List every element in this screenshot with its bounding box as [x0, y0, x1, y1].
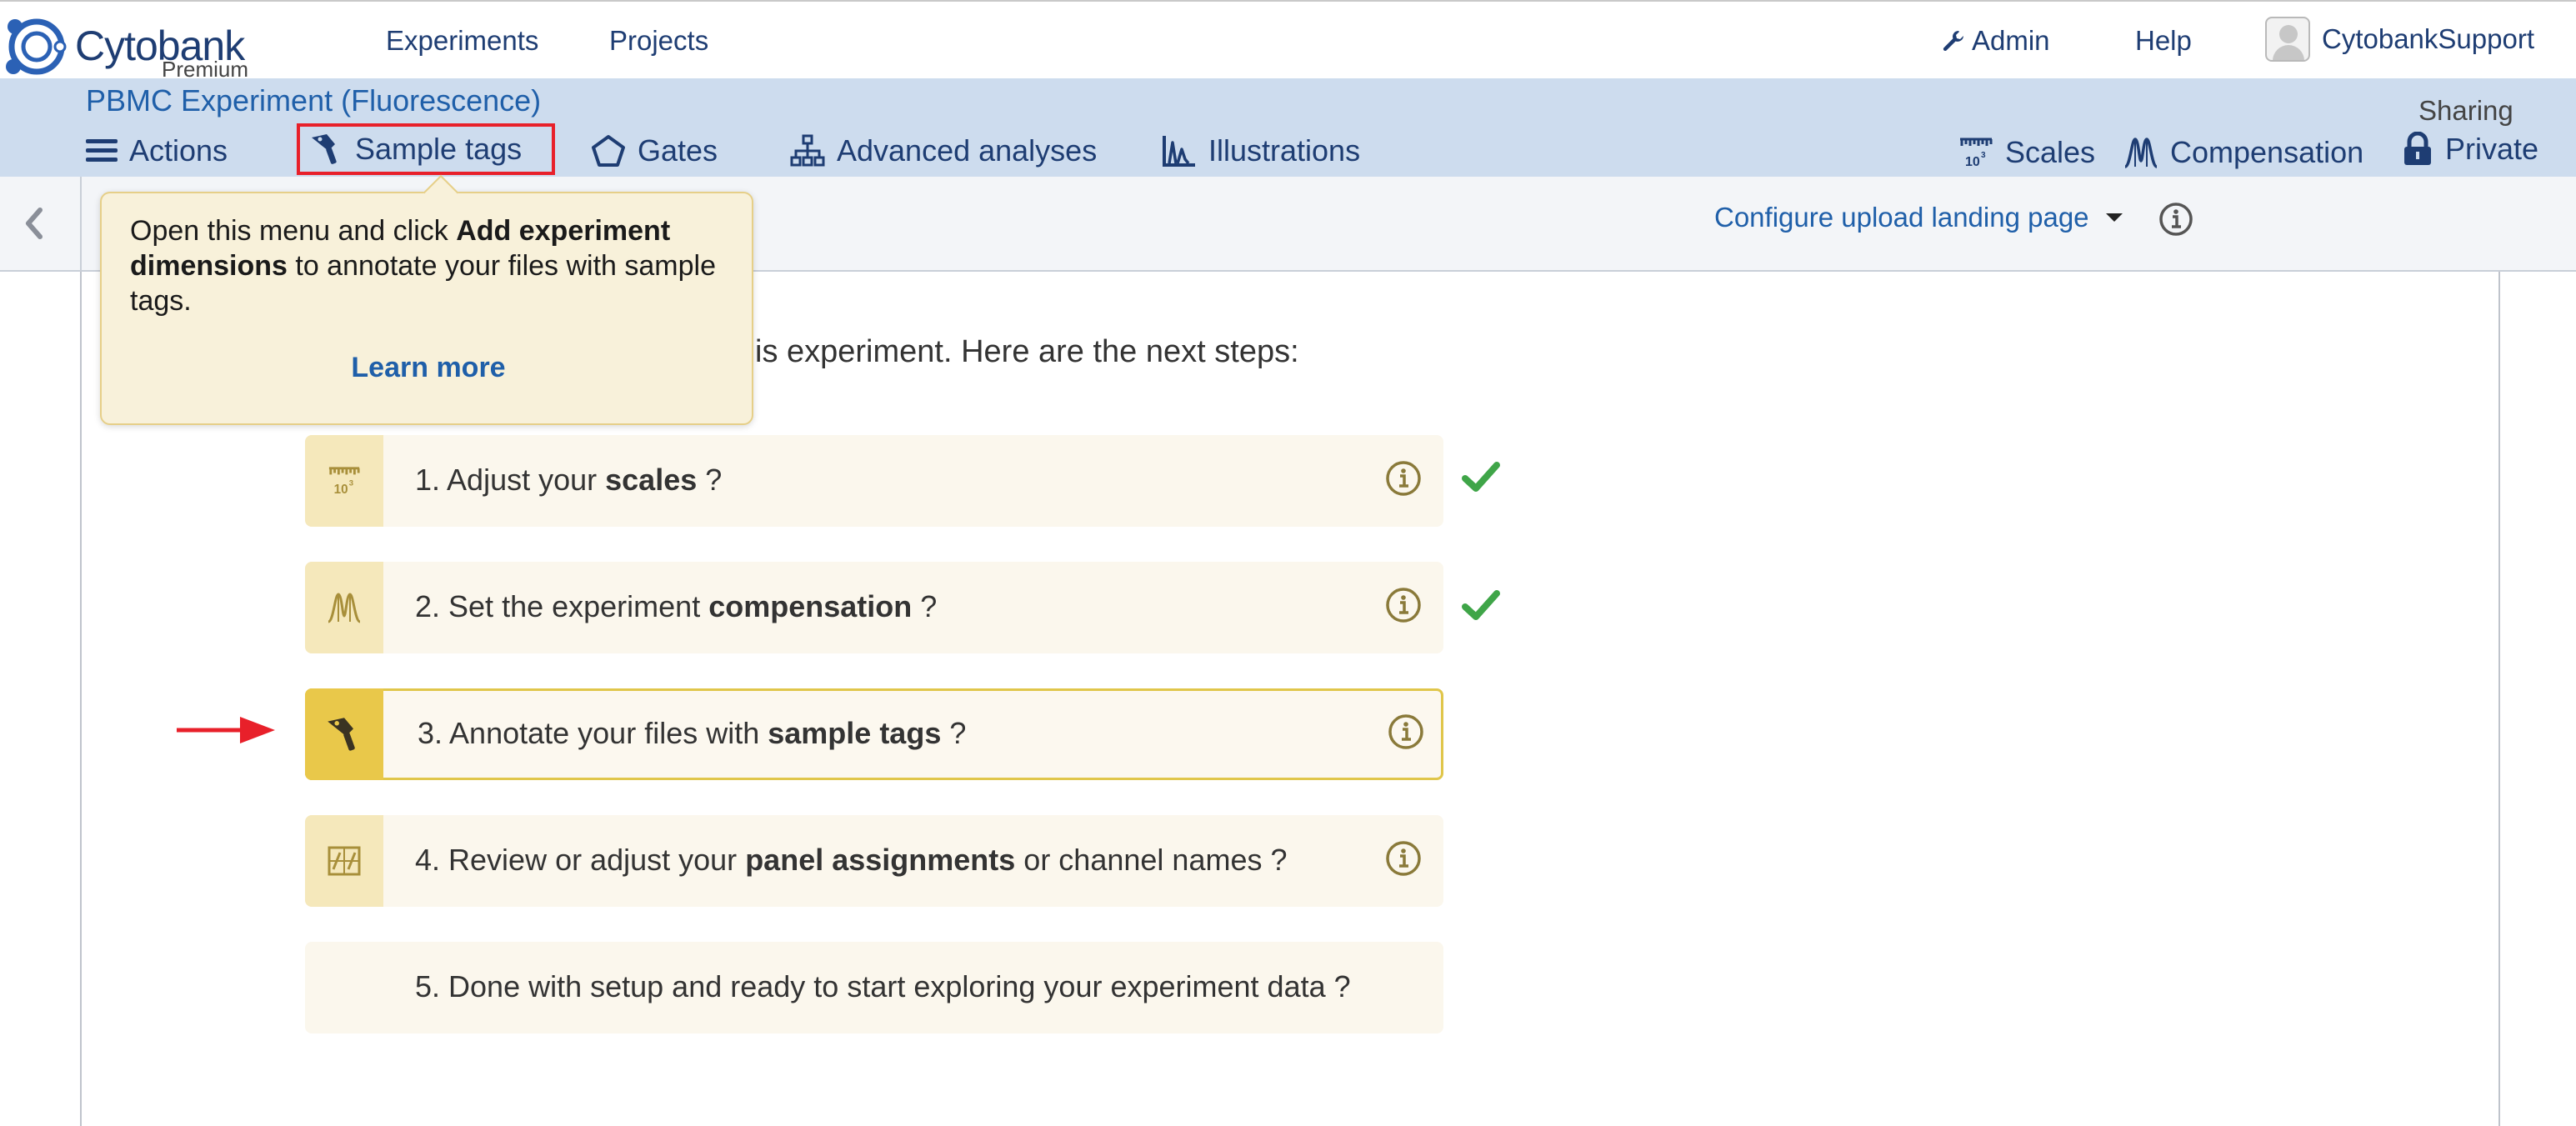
panel-icon	[328, 846, 361, 876]
sample-tags-menu[interactable]: Sample tags	[297, 123, 555, 175]
next-steps-intro: is experiment. Here are the next steps:	[755, 334, 1299, 369]
check-icon	[1462, 462, 1500, 492]
svg-text:3: 3	[1981, 151, 1986, 160]
pentagon-gate-icon	[592, 135, 625, 167]
step-info-button[interactable]	[1385, 840, 1422, 881]
step-info-button[interactable]	[1385, 460, 1422, 501]
step-icon-box: 10 3	[305, 435, 383, 527]
step-review-panel-assignments[interactable]: 4. Review or adjust your panel assignmen…	[305, 815, 1443, 907]
scales-icon: 10 3	[328, 467, 360, 497]
sample-tag-icon	[328, 718, 355, 751]
info-icon	[1386, 461, 1421, 496]
illustrations-label: Illustrations	[1208, 133, 1361, 168]
step-adjust-scales[interactable]: 10 3 1. Adjust your scales ?	[305, 435, 1443, 527]
user-menu[interactable]: CytobankSupport	[2265, 17, 2534, 62]
sharing-label: Sharing	[2418, 95, 2513, 126]
advanced-analyses-label: Advanced analyses	[837, 133, 1098, 168]
scales-label: Scales	[2005, 135, 2096, 169]
caret-down-icon	[2105, 213, 2123, 222]
nav-help[interactable]: Help	[2135, 25, 2192, 57]
compensation-icon	[2124, 138, 2158, 168]
lock-icon	[2404, 132, 2431, 165]
configure-upload-landing-dropdown[interactable]: Configure upload landing page	[1714, 202, 2123, 233]
tooltip-text: Open this menu and click Add experiment …	[130, 215, 716, 317]
step-label: 4. Review or adjust your panel assignmen…	[415, 843, 1288, 877]
nav-admin[interactable]: Admin	[1942, 25, 2050, 57]
user-name: CytobankSupport	[2322, 23, 2534, 54]
scales-icon: 10 3	[1960, 138, 1993, 169]
learn-more-link[interactable]: Learn more	[102, 352, 755, 384]
sharing-value: Private	[2445, 132, 2539, 166]
nav-admin-label: Admin	[1972, 25, 2050, 56]
step-info-button[interactable]	[1385, 587, 1422, 628]
step-icon-box	[305, 688, 383, 780]
step-done-explore[interactable]: 5. Done with setup and ready to start ex…	[305, 942, 1443, 1033]
sharing-privacy-toggle[interactable]: Private	[2402, 128, 2538, 170]
cytobank-logo-icon	[6, 18, 67, 75]
chevron-left-icon	[26, 208, 43, 239]
info-icon	[1386, 841, 1421, 876]
divider	[80, 177, 82, 272]
red-arrow-icon	[177, 717, 275, 743]
configure-info-button[interactable]	[2158, 202, 2193, 241]
nav-projects[interactable]: Projects	[609, 25, 708, 57]
actions-label: Actions	[129, 133, 228, 168]
step-annotate-sample-tags[interactable]: 3. Annotate your files with sample tags …	[305, 688, 1443, 780]
collapse-panel-button[interactable]	[23, 207, 45, 249]
svg-text:3: 3	[349, 479, 353, 488]
compensation-icon	[328, 593, 361, 623]
gates-label: Gates	[638, 133, 718, 168]
avatar	[2265, 17, 2310, 62]
svg-text:10: 10	[1965, 155, 1980, 169]
illustrations-menu[interactable]: Illustrations	[1162, 130, 1360, 172]
step-icon-box	[305, 562, 383, 653]
step-label: 2. Set the experiment compensation ?	[415, 589, 938, 623]
info-icon	[1386, 588, 1421, 623]
actions-menu[interactable]: Actions	[86, 130, 228, 172]
compensation-menu[interactable]: Compensation	[2123, 132, 2363, 173]
info-icon	[2159, 203, 2193, 236]
svg-text:10: 10	[334, 483, 348, 497]
step-label: 1. Adjust your scales ?	[415, 463, 723, 497]
scales-menu[interactable]: 10 3 Scales	[1958, 132, 2095, 173]
histogram-icon	[1163, 136, 1195, 167]
step-label: 3. Annotate your files with sample tags …	[418, 716, 967, 750]
sample-tags-tooltip: Open this menu and click Add experiment …	[100, 174, 755, 425]
sample-tags-label: Sample tags	[355, 132, 523, 166]
wrench-icon	[1943, 31, 1963, 52]
sample-tag-icon	[312, 134, 337, 164]
step-label: 5. Done with setup and ready to start ex…	[415, 969, 1351, 1003]
hierarchy-icon	[790, 134, 825, 167]
gates-menu[interactable]: Gates	[591, 130, 718, 172]
cytobank-logo[interactable]: Cytobank Premium	[2, 10, 252, 82]
hamburger-icon	[86, 139, 118, 162]
compensation-label: Compensation	[2170, 135, 2364, 169]
step-info-button[interactable]	[1388, 713, 1424, 754]
check-icon	[1462, 590, 1500, 620]
experiment-title[interactable]: PBMC Experiment (Fluorescence)	[86, 83, 541, 118]
step-icon-box	[305, 815, 383, 907]
info-icon	[1388, 714, 1423, 749]
top-navigation: Cytobank Premium Experiments Projects Ad…	[0, 0, 2576, 82]
step-set-compensation[interactable]: 2. Set the experiment compensation ?	[305, 562, 1443, 653]
nav-experiments[interactable]: Experiments	[386, 25, 538, 57]
experiment-toolbar: PBMC Experiment (Fluorescence) Actions S…	[0, 78, 2576, 177]
advanced-analyses-menu[interactable]: Advanced analyses	[790, 130, 1097, 172]
configure-label: Configure upload landing page	[1714, 202, 2089, 233]
